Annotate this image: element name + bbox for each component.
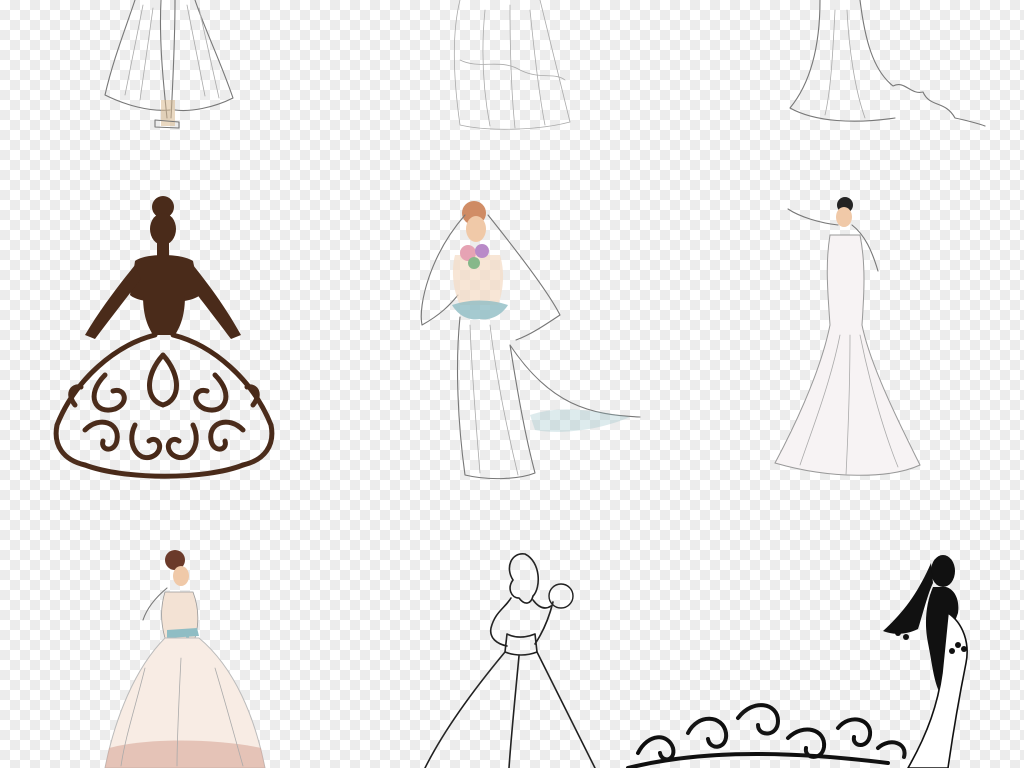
mermaid-train-line-sketch (789, 0, 986, 127)
black-veiled-bride-silhouette-with-swirls (626, 555, 968, 768)
illustration-canvas (0, 0, 1024, 768)
mermaid-gown-pose-sketch (774, 197, 921, 476)
brown-floral-ballgown-silhouette (53, 196, 275, 479)
gown-skirt-sketch (453, 0, 571, 130)
bride-legs-sketch (104, 0, 234, 129)
bride-outline-with-bouquet (424, 553, 596, 768)
ballgown-with-teal-sash (104, 550, 266, 768)
veiled-bride-with-bouquet (420, 201, 641, 480)
